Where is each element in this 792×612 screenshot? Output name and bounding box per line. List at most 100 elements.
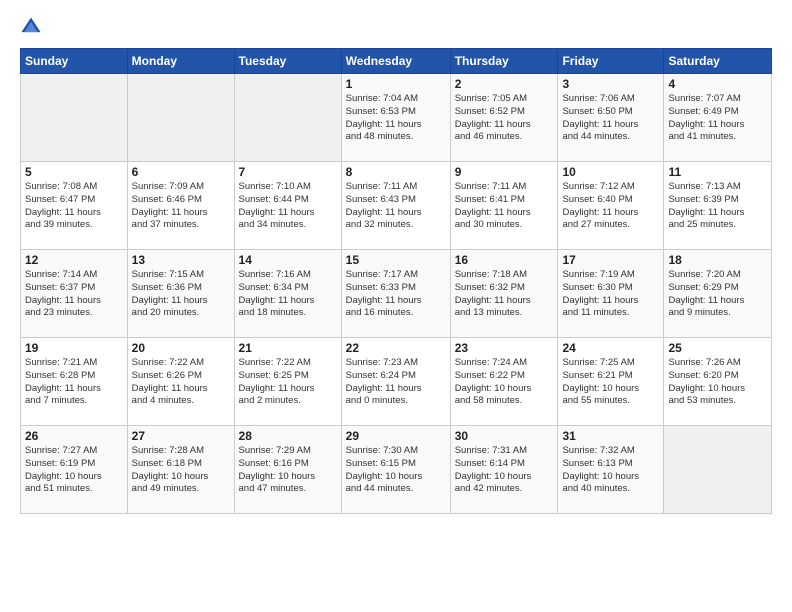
calendar-cell: 20Sunrise: 7:22 AMSunset: 6:26 PMDayligh… (127, 338, 234, 426)
weekday-header-tuesday: Tuesday (234, 49, 341, 74)
day-info: Sunrise: 7:19 AMSunset: 6:30 PMDaylight:… (562, 269, 659, 320)
day-info: Sunrise: 7:06 AMSunset: 6:50 PMDaylight:… (562, 93, 659, 144)
day-number: 26 (25, 429, 123, 443)
calendar-cell: 3 Sunrise: 7:06 AMSunset: 6:50 PMDaylight… (558, 74, 664, 162)
calendar-cell: 29 Sunrise: 7:30 AMSunset: 6:15 PMDayligh… (341, 426, 450, 514)
calendar-cell: 27 Sunrise: 7:28 AMSunset: 6:18 PMDayligh… (127, 426, 234, 514)
calendar-cell: 10 Sunrise: 7:12 AMSunset: 6:40 PMDayligh… (558, 162, 664, 250)
calendar-cell: 16Sunrise: 7:18 AMSunset: 6:32 PMDayligh… (450, 250, 558, 338)
day-number: 1 (346, 77, 446, 91)
day-number: 5 (25, 165, 123, 179)
calendar-cell: 15 Sunrise: 7:17 AMSunset: 6:33 PMDayligh… (341, 250, 450, 338)
calendar-cell: 1Sunrise: 7:04 AMSunset: 6:53 PMDaylight… (341, 74, 450, 162)
calendar-cell: 5 Sunrise: 7:08 AMSunset: 6:47 PMDaylight… (21, 162, 128, 250)
calendar-cell: 25 Sunrise: 7:26 AMSunset: 6:20 PMDayligh… (664, 338, 772, 426)
day-number: 6 (132, 165, 230, 179)
day-number: 8 (346, 165, 446, 179)
day-number: 28 (239, 429, 337, 443)
day-info: Sunrise: 7:05 AMSunset: 6:52 PMDaylight:… (455, 93, 554, 144)
calendar-cell: 31 Sunrise: 7:32 AMSunset: 6:13 PMDayligh… (558, 426, 664, 514)
header (20, 16, 772, 38)
day-number: 29 (346, 429, 446, 443)
calendar-cell: 4 Sunrise: 7:07 AMSunset: 6:49 PMDaylight… (664, 74, 772, 162)
calendar-cell: 21 Sunrise: 7:22 AMSunset: 6:25 PMDayligh… (234, 338, 341, 426)
day-info: Sunrise: 7:32 AMSunset: 6:13 PMDaylight:… (562, 445, 659, 496)
calendar-cell: 23Sunrise: 7:24 AMSunset: 6:22 PMDayligh… (450, 338, 558, 426)
calendar-cell (21, 74, 128, 162)
day-number: 11 (668, 165, 767, 179)
weekday-header-sunday: Sunday (21, 49, 128, 74)
day-info: Sunrise: 7:30 AMSunset: 6:15 PMDaylight:… (346, 445, 446, 496)
weekday-header-thursday: Thursday (450, 49, 558, 74)
day-info: Sunrise: 7:25 AMSunset: 6:21 PMDaylight:… (562, 357, 659, 408)
day-info: Sunrise: 7:21 AMSunset: 6:28 PMDaylight:… (25, 357, 123, 408)
day-info: Sunrise: 7:08 AMSunset: 6:47 PMDaylight:… (25, 181, 123, 232)
week-row-2: 5 Sunrise: 7:08 AMSunset: 6:47 PMDaylight… (21, 162, 772, 250)
calendar-cell (127, 74, 234, 162)
calendar-cell (234, 74, 341, 162)
day-info: Sunrise: 7:11 AMSunset: 6:43 PMDaylight:… (346, 181, 446, 232)
week-row-5: 26 Sunrise: 7:27 AMSunset: 6:19 PMDayligh… (21, 426, 772, 514)
day-info: Sunrise: 7:13 AMSunset: 6:39 PMDaylight:… (668, 181, 767, 232)
calendar-cell: 13 Sunrise: 7:15 AMSunset: 6:36 PMDayligh… (127, 250, 234, 338)
day-info: Sunrise: 7:07 AMSunset: 6:49 PMDaylight:… (668, 93, 767, 144)
day-number: 3 (562, 77, 659, 91)
week-row-3: 12 Sunrise: 7:14 AMSunset: 6:37 PMDayligh… (21, 250, 772, 338)
calendar-cell: 26 Sunrise: 7:27 AMSunset: 6:19 PMDayligh… (21, 426, 128, 514)
calendar-cell: 30Sunrise: 7:31 AMSunset: 6:14 PMDayligh… (450, 426, 558, 514)
weekday-header-monday: Monday (127, 49, 234, 74)
day-number: 13 (132, 253, 230, 267)
day-info: Sunrise: 7:09 AMSunset: 6:46 PMDaylight:… (132, 181, 230, 232)
calendar-cell: 17 Sunrise: 7:19 AMSunset: 6:30 PMDayligh… (558, 250, 664, 338)
calendar-cell: 28 Sunrise: 7:29 AMSunset: 6:16 PMDayligh… (234, 426, 341, 514)
calendar-cell: 7Sunrise: 7:10 AMSunset: 6:44 PMDaylight… (234, 162, 341, 250)
logo (20, 16, 45, 38)
week-row-1: 1Sunrise: 7:04 AMSunset: 6:53 PMDaylight… (21, 74, 772, 162)
day-number: 2 (455, 77, 554, 91)
day-info: Sunrise: 7:28 AMSunset: 6:18 PMDaylight:… (132, 445, 230, 496)
day-number: 18 (668, 253, 767, 267)
day-number: 14 (239, 253, 337, 267)
day-info: Sunrise: 7:11 AMSunset: 6:41 PMDaylight:… (455, 181, 554, 232)
calendar-cell: 14 Sunrise: 7:16 AMSunset: 6:34 PMDayligh… (234, 250, 341, 338)
day-number: 25 (668, 341, 767, 355)
logo-icon (20, 16, 42, 38)
day-number: 16 (455, 253, 554, 267)
calendar-cell: 11 Sunrise: 7:13 AMSunset: 6:39 PMDayligh… (664, 162, 772, 250)
day-info: Sunrise: 7:15 AMSunset: 6:36 PMDaylight:… (132, 269, 230, 320)
calendar-cell: 19 Sunrise: 7:21 AMSunset: 6:28 PMDayligh… (21, 338, 128, 426)
day-number: 21 (239, 341, 337, 355)
day-number: 4 (668, 77, 767, 91)
weekday-header-wednesday: Wednesday (341, 49, 450, 74)
week-row-4: 19 Sunrise: 7:21 AMSunset: 6:28 PMDayligh… (21, 338, 772, 426)
day-number: 23 (455, 341, 554, 355)
day-number: 7 (239, 165, 337, 179)
calendar-cell: 8 Sunrise: 7:11 AMSunset: 6:43 PMDaylight… (341, 162, 450, 250)
day-info: Sunrise: 7:17 AMSunset: 6:33 PMDaylight:… (346, 269, 446, 320)
day-info: Sunrise: 7:27 AMSunset: 6:19 PMDaylight:… (25, 445, 123, 496)
day-number: 24 (562, 341, 659, 355)
weekday-header-friday: Friday (558, 49, 664, 74)
day-number: 10 (562, 165, 659, 179)
calendar-cell: 22Sunrise: 7:23 AMSunset: 6:24 PMDayligh… (341, 338, 450, 426)
weekday-header-saturday: Saturday (664, 49, 772, 74)
day-info: Sunrise: 7:22 AMSunset: 6:25 PMDaylight:… (239, 357, 337, 408)
day-number: 19 (25, 341, 123, 355)
day-info: Sunrise: 7:26 AMSunset: 6:20 PMDaylight:… (668, 357, 767, 408)
day-number: 30 (455, 429, 554, 443)
day-number: 31 (562, 429, 659, 443)
day-info: Sunrise: 7:14 AMSunset: 6:37 PMDaylight:… (25, 269, 123, 320)
day-info: Sunrise: 7:16 AMSunset: 6:34 PMDaylight:… (239, 269, 337, 320)
day-number: 22 (346, 341, 446, 355)
day-number: 15 (346, 253, 446, 267)
day-number: 17 (562, 253, 659, 267)
weekday-header-row: SundayMondayTuesdayWednesdayThursdayFrid… (21, 49, 772, 74)
day-info: Sunrise: 7:12 AMSunset: 6:40 PMDaylight:… (562, 181, 659, 232)
calendar-cell: 6 Sunrise: 7:09 AMSunset: 6:46 PMDaylight… (127, 162, 234, 250)
day-number: 12 (25, 253, 123, 267)
calendar-cell: 24 Sunrise: 7:25 AMSunset: 6:21 PMDayligh… (558, 338, 664, 426)
day-number: 27 (132, 429, 230, 443)
calendar-cell: 12 Sunrise: 7:14 AMSunset: 6:37 PMDayligh… (21, 250, 128, 338)
page: SundayMondayTuesdayWednesdayThursdayFrid… (0, 0, 792, 612)
day-info: Sunrise: 7:29 AMSunset: 6:16 PMDaylight:… (239, 445, 337, 496)
